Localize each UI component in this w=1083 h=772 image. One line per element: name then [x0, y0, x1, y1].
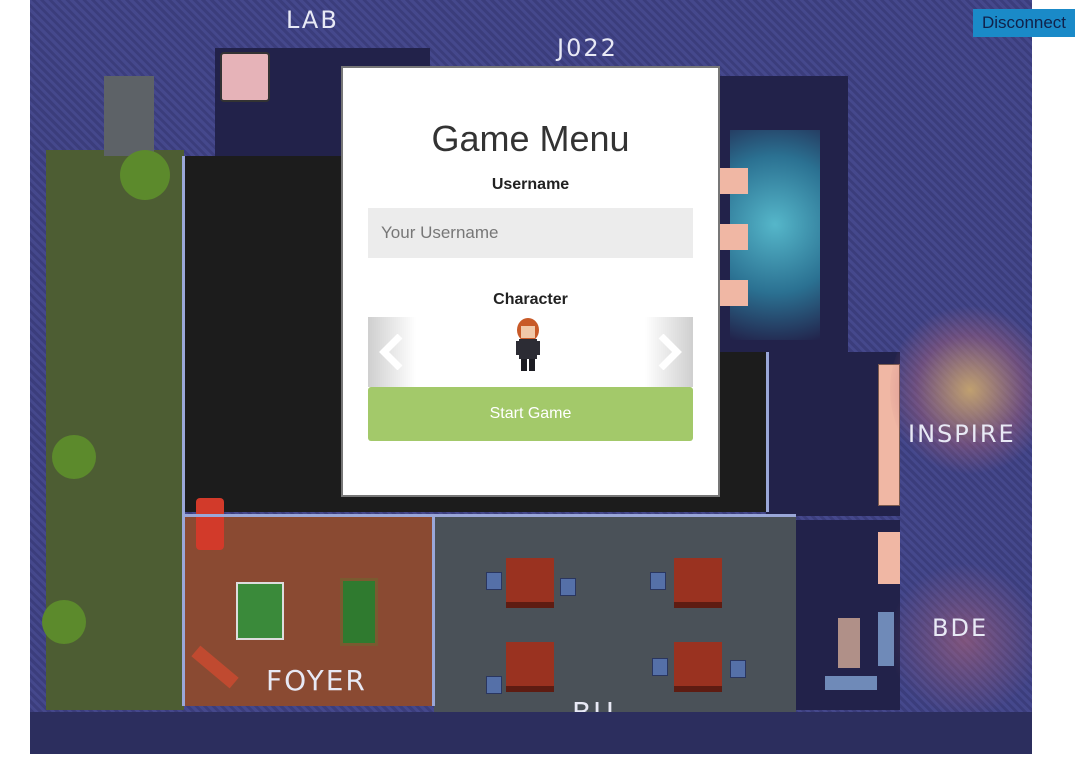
username-label: Username [491, 176, 570, 193]
vending-machine [196, 498, 224, 550]
character-label: Character [493, 291, 568, 308]
room-label-j022: J022 [557, 34, 618, 62]
tree [52, 435, 96, 479]
character-sprite [508, 317, 548, 373]
chair [560, 578, 576, 596]
foosball-table [236, 582, 284, 640]
fence [182, 156, 185, 706]
previous-character-button[interactable] [368, 317, 416, 387]
tree [42, 600, 86, 644]
chair [486, 572, 502, 590]
computer-icon [220, 52, 270, 102]
chevron-right-icon [658, 334, 682, 370]
desk [718, 168, 748, 194]
game-menu-dialog: Game Menu Username Character Start Game [341, 66, 720, 497]
desk [878, 532, 900, 584]
fence [184, 514, 796, 517]
next-character-button[interactable] [645, 317, 693, 387]
table [506, 558, 554, 608]
desk [718, 224, 748, 250]
disconnect-button[interactable]: Disconnect [973, 9, 1075, 37]
cabinet [838, 618, 860, 668]
bottom-wall [30, 712, 1032, 754]
stone-path [104, 76, 154, 156]
room-label-foyer: FOYER [266, 664, 367, 697]
pool-table [340, 578, 378, 646]
start-game-button[interactable]: Start Game [368, 387, 693, 441]
menu-title: Game Menu [431, 118, 630, 159]
username-input[interactable] [368, 208, 693, 258]
chair [650, 572, 666, 590]
desk [718, 280, 748, 306]
room-label-inspire: INSPIRE [908, 420, 1016, 448]
chair [730, 660, 746, 678]
table [674, 558, 722, 608]
room-label-lab: LAB [286, 6, 339, 34]
room-label-bde: BDE [932, 614, 989, 642]
table [506, 642, 554, 692]
bench [825, 676, 877, 690]
fence [766, 352, 769, 512]
tree [120, 150, 170, 200]
table [674, 642, 722, 692]
chevron-left-icon [379, 334, 403, 370]
chair [486, 676, 502, 694]
character-selector [368, 317, 693, 387]
chair [652, 658, 668, 676]
fence [432, 516, 435, 706]
